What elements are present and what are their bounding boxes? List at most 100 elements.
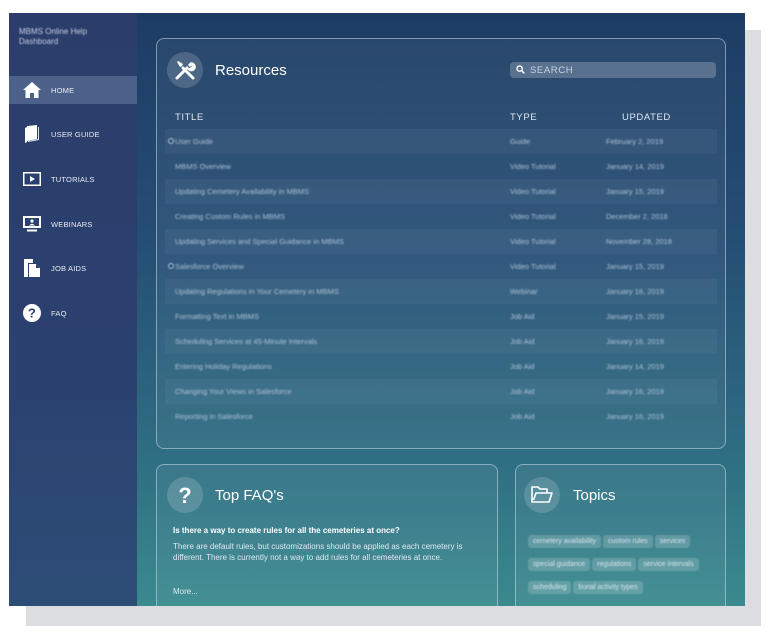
- topics-panel: Topics cemetery availability custom rules…: [515, 464, 726, 606]
- resources-title: Resources: [215, 62, 287, 79]
- page: MBMS Online Help Dashboard HOME USER GUI…: [0, 0, 770, 635]
- svg-text:?: ?: [28, 306, 36, 321]
- cell-type: Guide: [510, 137, 531, 146]
- table-row[interactable]: Updating Cemetery Availability in MBMS Vi…: [165, 179, 717, 204]
- sidebar-item-faq[interactable]: ? FAQ: [9, 299, 137, 327]
- cell-updated: January 16, 2019: [606, 412, 664, 421]
- table-row[interactable]: Changing Your Views in Salesforce Job Aid…: [165, 379, 717, 404]
- book-icon: [21, 124, 43, 144]
- column-header-type[interactable]: TYPE: [510, 112, 537, 123]
- cell-type: Job Aid: [510, 362, 535, 371]
- svg-text:?: ?: [178, 484, 191, 506]
- cell-updated: January 14, 2019: [606, 162, 664, 171]
- search-placeholder: SEARCH: [530, 64, 574, 76]
- cell-type: Video Tutorial: [510, 212, 556, 221]
- sidebar: MBMS Online Help Dashboard HOME USER GUI…: [9, 13, 137, 606]
- cell-type: Job Aid: [510, 337, 535, 346]
- cell-title[interactable]: Scheduling Services at 45-Minute Interva…: [175, 337, 317, 346]
- faq-panel: ? Top FAQ's Is there a way to create rul…: [156, 464, 498, 606]
- topic-tag[interactable]: scheduling: [528, 581, 572, 594]
- sidebar-item-label: TUTORIALS: [51, 174, 95, 184]
- sidebar-item-user-guide[interactable]: USER GUIDE: [9, 120, 137, 148]
- cell-updated: February 2, 2019: [606, 137, 664, 146]
- cell-title[interactable]: Updating Cemetery Availability in MBMS: [175, 187, 309, 196]
- sidebar-item-label: USER GUIDE: [51, 129, 100, 139]
- sidebar-item-job-aids[interactable]: JOB AIDS: [9, 254, 137, 282]
- topic-tag[interactable]: cemetery availability: [528, 535, 602, 548]
- table-row[interactable]: Formatting Text in MBMS Job Aid January 15…: [165, 304, 717, 329]
- topics-title: Topics: [573, 487, 616, 504]
- faq-answer: There are default rules, but customizati…: [173, 542, 463, 562]
- table-row[interactable]: Creating Custom Rules in MBMS Video Tutor…: [165, 204, 717, 229]
- cell-updated: December 2, 2018: [606, 212, 668, 221]
- cell-type: Webinar: [510, 287, 538, 296]
- table-row[interactable]: Entering Holiday Regulations Job Aid Janua…: [165, 354, 717, 379]
- topic-tag[interactable]: regulations: [592, 558, 637, 571]
- home-icon: [21, 80, 43, 100]
- sidebar-item-label: FAQ: [51, 308, 67, 318]
- search-icon: [516, 61, 525, 79]
- brand-title: MBMS Online Help Dashboard: [19, 27, 88, 46]
- cell-updated: January 16, 2019: [606, 337, 664, 346]
- cell-title[interactable]: Updating Regulations in Your Cemetery in…: [175, 287, 339, 296]
- table-row[interactable]: Updating Regulations in Your Cemetery in…: [165, 279, 717, 304]
- topic-tags: cemetery availability custom rules service…: [528, 530, 720, 599]
- table-row[interactable]: Updating Services and Special Guidance i…: [165, 229, 717, 254]
- cell-title[interactable]: Salesforce Overview: [175, 262, 244, 271]
- cell-title[interactable]: MBMS Overview: [175, 162, 231, 171]
- sidebar-item-home[interactable]: HOME: [9, 76, 137, 104]
- cell-updated: January 15, 2019: [606, 312, 664, 321]
- presentation-icon: [21, 214, 43, 234]
- help-dashboard: MBMS Online Help Dashboard HOME USER GUI…: [9, 13, 745, 606]
- cell-updated: January 15, 2019: [606, 187, 664, 196]
- resources-panel: Resources SEARCH TITLE TYPE UPDATED User…: [156, 38, 726, 449]
- faq-question: Is there a way to create rules for all t…: [173, 526, 400, 535]
- sidebar-item-label: JOB AIDS: [51, 263, 87, 273]
- cell-type: Video Tutorial: [510, 187, 556, 196]
- question-icon: ?: [21, 303, 43, 323]
- sidebar-item-tutorials[interactable]: TUTORIALS: [9, 165, 137, 193]
- row-marker-icon: [168, 263, 174, 269]
- tools-icon: [167, 52, 203, 88]
- cell-type: Job Aid: [510, 387, 535, 396]
- cell-title[interactable]: Formatting Text in MBMS: [175, 312, 259, 321]
- cell-type: Job Aid: [510, 412, 535, 421]
- cell-type: Job Aid: [510, 312, 535, 321]
- topic-tag[interactable]: burial activity types: [573, 581, 643, 594]
- topic-tag[interactable]: service intervals: [638, 558, 699, 571]
- table-row[interactable]: User Guide Guide February 2, 2019: [165, 129, 717, 154]
- table-row[interactable]: Salesforce Overview Video Tutorial January…: [165, 254, 717, 279]
- faq-more-link[interactable]: More...: [173, 587, 198, 596]
- cell-updated: November 28, 2018: [606, 237, 672, 246]
- cell-title[interactable]: Updating Services and Special Guidance i…: [175, 237, 344, 246]
- cell-updated: January 16, 2019: [606, 287, 664, 296]
- table-row[interactable]: Reporting in Salesforce Job Aid January 16…: [165, 404, 717, 429]
- cell-type: Video Tutorial: [510, 237, 556, 246]
- cell-updated: January 16, 2019: [606, 387, 664, 396]
- cell-updated: January 15, 2019: [606, 262, 664, 271]
- table-row[interactable]: Scheduling Services at 45-Minute Interva…: [165, 329, 717, 354]
- cell-updated: January 14, 2019: [606, 362, 664, 371]
- column-header-title[interactable]: TITLE: [175, 112, 204, 123]
- faq-title: Top FAQ's: [215, 487, 284, 504]
- cell-title[interactable]: Creating Custom Rules in MBMS: [175, 212, 285, 221]
- row-marker-icon: [168, 138, 174, 144]
- column-header-updated[interactable]: UPDATED: [622, 112, 671, 123]
- topic-tag[interactable]: special guidance: [528, 558, 591, 571]
- topic-tag[interactable]: services: [654, 535, 691, 548]
- cell-type: Video Tutorial: [510, 262, 556, 271]
- folder-icon: [524, 477, 560, 513]
- cell-type: Video Tutorial: [510, 162, 556, 171]
- sidebar-item-label: HOME: [51, 85, 75, 95]
- cell-title[interactable]: Changing Your Views in Salesforce: [175, 387, 292, 396]
- question-icon: ?: [167, 477, 203, 513]
- sidebar-item-label: WEBINARS: [51, 219, 93, 229]
- cell-title[interactable]: Entering Holiday Regulations: [175, 362, 272, 371]
- table-row[interactable]: MBMS Overview Video Tutorial January 14, 2…: [165, 154, 717, 179]
- topic-tag[interactable]: custom rules: [603, 535, 653, 548]
- cell-title[interactable]: Reporting in Salesforce: [175, 412, 253, 421]
- cell-title[interactable]: User Guide: [175, 137, 213, 146]
- search-input[interactable]: SEARCH: [510, 62, 716, 78]
- sidebar-item-webinars[interactable]: WEBINARS: [9, 210, 137, 238]
- document-icon: [21, 258, 43, 278]
